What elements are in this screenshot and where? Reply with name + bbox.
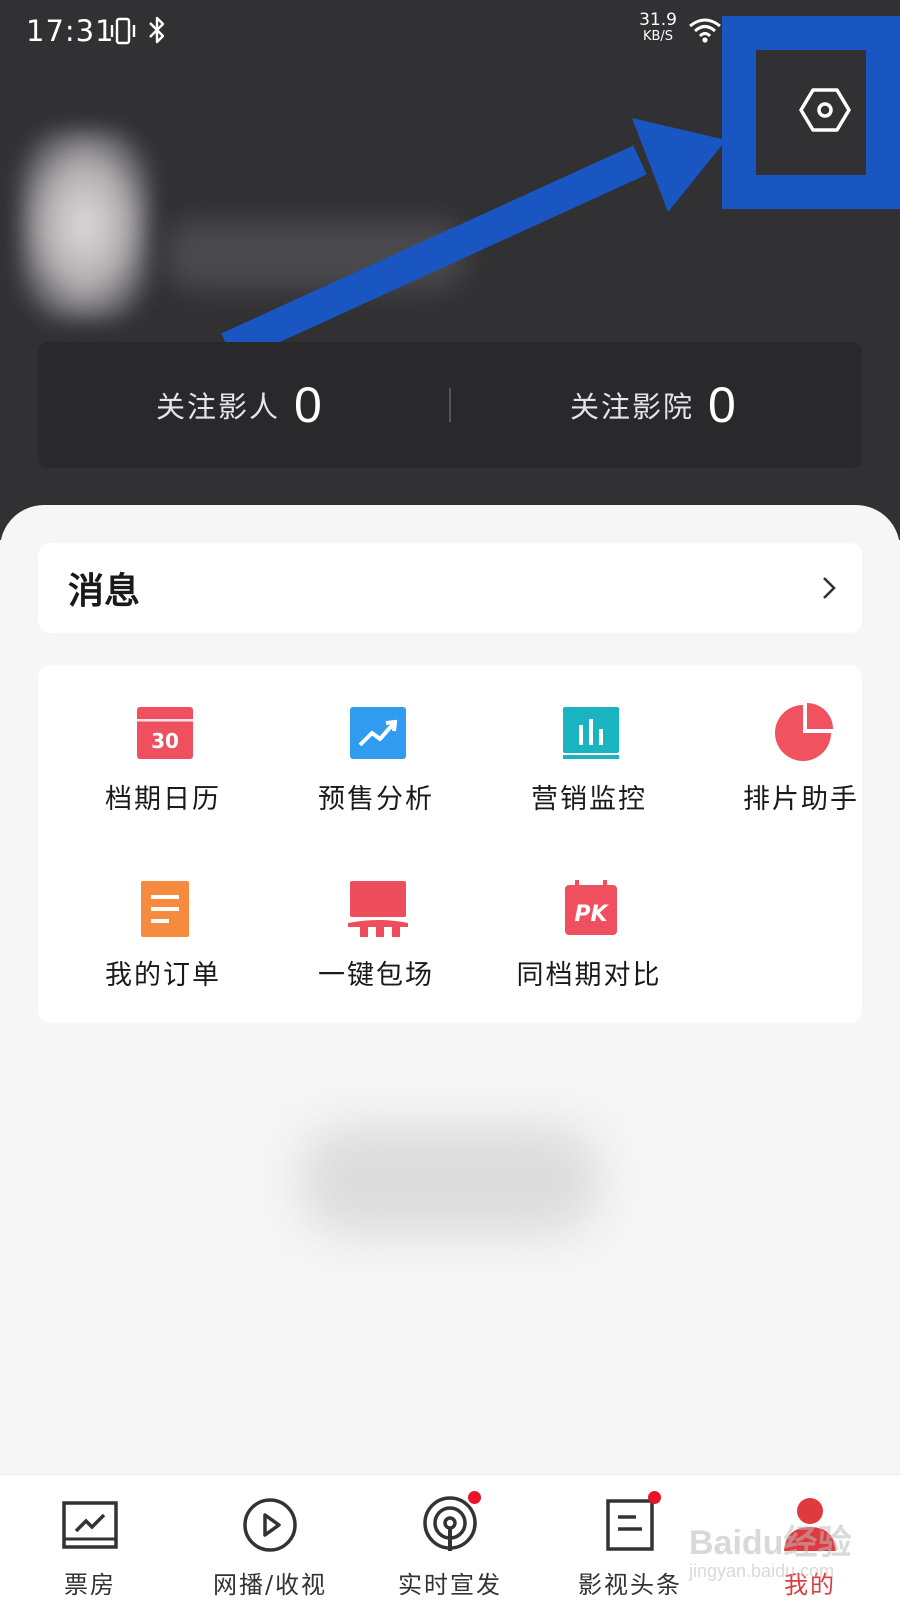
status-time: 17:31 [26, 14, 115, 48]
tool-label: 我的订单 [105, 960, 221, 991]
tool-label: 营销监控 [531, 784, 647, 815]
tab-label: 实时宣发 [398, 1571, 502, 1599]
tab-label: 我的 [784, 1571, 836, 1599]
follow-cinemas-label: 关注影院 [570, 390, 695, 424]
tool-label: 排片助手 [743, 784, 859, 815]
tool-presale-analysis[interactable]: 预售分析 [273, 665, 479, 815]
network-speed-unit: KB/S [642, 29, 674, 44]
trend-chart-icon [350, 707, 406, 759]
bluetooth-icon [149, 16, 165, 44]
tab-label: 影视头条 [578, 1571, 682, 1599]
follow-people-label: 关注影人 [156, 390, 281, 424]
follow-people-count: 0 [294, 377, 322, 433]
messages-label: 消息 [68, 570, 141, 612]
tool-label: 预售分析 [318, 784, 434, 815]
svg-text:30: 30 [151, 729, 179, 753]
calendar-30-icon: 30 [137, 707, 193, 759]
follow-stats-bar: 关注影人 0 关注影院 0 [38, 342, 862, 468]
wifi-icon [689, 18, 721, 43]
tab-headlines[interactable]: 影视头条 [540, 1475, 720, 1600]
tool-label: 一键包场 [318, 960, 434, 991]
bottom-tab-bar: 票房 网播/收视 实时宣发 影视头条 我的 [0, 1474, 900, 1600]
tools-grid: 30 档期日历 预售分析 营销监控 排片助手 我的订单 一键包场 PK 同档期对… [38, 665, 862, 1023]
status-bar: 17:31 31.9 KB/S [0, 0, 900, 64]
follow-people[interactable]: 关注影人 0 [156, 342, 322, 468]
order-list-icon [141, 881, 189, 937]
settings-hexagon-icon [799, 88, 851, 132]
pk-calendar-icon: PK [565, 880, 617, 935]
broadcast-icon [423, 1496, 477, 1551]
user-name-blurred [165, 220, 465, 290]
tab-label: 网播/收视 [212, 1571, 328, 1599]
avatar[interactable] [20, 130, 150, 320]
tab-label: 票房 [64, 1571, 116, 1599]
tool-my-orders[interactable]: 我的订单 [60, 841, 266, 991]
messages-row[interactable]: 消息 [38, 543, 862, 633]
notification-badge [468, 1491, 481, 1504]
chevron-right-icon [823, 577, 836, 599]
tool-label: 同档期对比 [516, 960, 662, 991]
follow-divider [449, 388, 451, 422]
tool-marketing-monitor[interactable]: 营销监控 [486, 665, 692, 815]
tool-book-hall[interactable]: 一键包场 [273, 841, 479, 991]
screen-hall-icon [348, 881, 408, 937]
profile-header: 17:31 31.9 KB/S 关注影人 0 关注影院 0 [0, 0, 900, 540]
follow-cinemas-count: 0 [708, 377, 736, 433]
svg-text:PK: PK [574, 902, 609, 927]
news-icon [606, 1499, 654, 1551]
notification-badge [648, 1491, 661, 1504]
tool-scheduling-assistant[interactable]: 排片助手 [698, 665, 900, 815]
blurred-content [300, 1125, 600, 1235]
tool-schedule-calendar[interactable]: 30 档期日历 [60, 665, 266, 815]
tool-period-comparison[interactable]: PK 同档期对比 [486, 841, 692, 991]
play-circle-icon [243, 1498, 297, 1552]
settings-button[interactable] [795, 80, 855, 140]
network-speed: 31.9 KB/S [636, 10, 680, 45]
tab-box-office[interactable]: 票房 [0, 1475, 180, 1600]
vibrate-icon [110, 17, 136, 45]
tab-mine[interactable]: 我的 [720, 1475, 900, 1600]
tab-streaming[interactable]: 网播/收视 [180, 1475, 360, 1600]
bar-monitor-icon [563, 707, 619, 759]
profile-icon [784, 1498, 836, 1551]
tab-realtime-promo[interactable]: 实时宣发 [360, 1475, 540, 1600]
pie-chart-icon [775, 703, 833, 761]
box-office-icon [62, 1501, 118, 1549]
tool-label: 档期日历 [105, 784, 221, 815]
network-speed-value: 31.9 [639, 10, 677, 30]
follow-cinemas[interactable]: 关注影院 0 [570, 342, 736, 468]
